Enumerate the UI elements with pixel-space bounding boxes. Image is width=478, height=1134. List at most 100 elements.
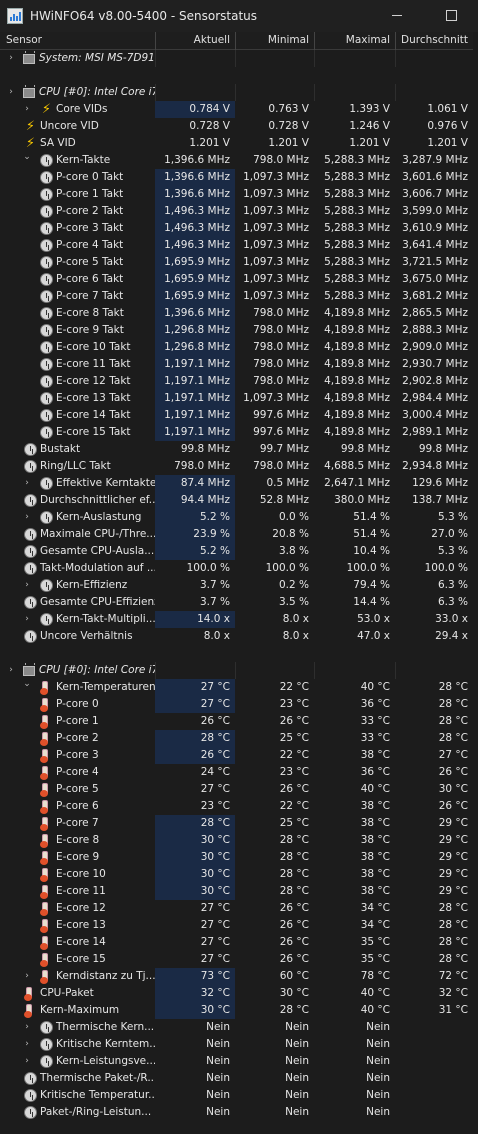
sensor-row[interactable]: P-core 3 26 °C 22 °C 38 °C 27 °C	[0, 747, 478, 764]
sensor-name-cell: E-core 8 Takt	[0, 305, 155, 322]
column-header-average[interactable]: Durchschnitt	[395, 32, 473, 50]
chevron-right-icon[interactable]: ›	[23, 105, 31, 114]
sensor-row[interactable]: E-core 13 27 °C 26 °C 34 °C 28 °C	[0, 917, 478, 934]
sensor-row[interactable]: Maximale CPU-/Thre... 23.9 % 20.8 % 51.4 % 2…	[0, 526, 478, 543]
chevron-right-icon[interactable]: ›	[23, 1023, 31, 1032]
sensor-name-cell: P-core 4 Takt	[0, 237, 155, 254]
sensor-row[interactable]: P-core 3 Takt 1,496.3 MHz 1,097.3 MHz 5,288…	[0, 220, 478, 237]
sensor-group-row[interactable]: › CPU [#0]: Intel Core i7-13700K	[0, 84, 478, 101]
sensor-row[interactable]: E-core 12 Takt 1,197.1 MHz 798.0 MHz 4,189.…	[0, 373, 478, 390]
sensor-row[interactable]: E-core 9 Takt 1,296.8 MHz 798.0 MHz 4,189.8…	[0, 322, 478, 339]
sensor-row[interactable]: E-core 10 30 °C 28 °C 38 °C 29 °C	[0, 866, 478, 883]
chevron-right-icon[interactable]: ›	[23, 1040, 31, 1049]
sensor-row[interactable]: E-core 8 30 °C 28 °C 38 °C 29 °C	[0, 832, 478, 849]
sensor-row[interactable]: E-core 9 30 °C 28 °C 38 °C 29 °C	[0, 849, 478, 866]
sensor-row[interactable]: E-core 13 Takt 1,197.1 MHz 1,097.3 MHz 4,18…	[0, 390, 478, 407]
minimize-button[interactable]	[382, 4, 412, 26]
chevron-right-icon[interactable]: ›	[7, 666, 15, 675]
sensor-row[interactable]: P-core 4 24 °C 23 °C 36 °C 26 °C	[0, 764, 478, 781]
sensor-row[interactable]: › Effektive Kerntakte 87.4 MHz 0.5 MHz 2,647…	[0, 475, 478, 492]
sensor-row[interactable]: › Kritische Kerntem... Nein Nein Nein	[0, 1036, 478, 1053]
sensor-row[interactable]: CPU-Paket 32 °C 30 °C 40 °C 32 °C	[0, 985, 478, 1002]
sensor-row[interactable]: › Kern-Effizienz 3.7 % 0.2 % 79.4 % 6.3 %	[0, 577, 478, 594]
current-value: 0.728 V	[189, 120, 230, 132]
sensor-row[interactable]: P-core 2 28 °C 25 °C 33 °C 28 °C	[0, 730, 478, 747]
sensor-name-cell: ⌄ Kern-Temperaturen	[0, 679, 155, 696]
sensor-row[interactable]: P-core 7 28 °C 25 °C 38 °C 29 °C	[0, 815, 478, 832]
thermometer-icon	[40, 902, 49, 916]
sensor-name-cell: E-core 12	[0, 900, 155, 917]
sensor-row[interactable]: E-core 15 27 °C 26 °C 35 °C 28 °C	[0, 951, 478, 968]
sensor-row[interactable]: P-core 6 Takt 1,695.9 MHz 1,097.3 MHz 5,288…	[0, 271, 478, 288]
sensor-row[interactable]: ⚡ Uncore VID 0.728 V 0.728 V 1.246 V 0.976 V	[0, 118, 478, 135]
sensor-row[interactable]: P-core 5 Takt 1,695.9 MHz 1,097.3 MHz 5,288…	[0, 254, 478, 271]
sensor-row[interactable]: E-core 14 27 °C 26 °C 35 °C 28 °C	[0, 934, 478, 951]
chevron-down-icon[interactable]: ⌄	[23, 680, 31, 689]
sensor-row[interactable]: ⚡ SA VID 1.201 V 1.201 V 1.201 V 1.201 V	[0, 135, 478, 152]
sensor-row[interactable]: Takt-Modulation auf ... 100.0 % 100.0 % 100…	[0, 560, 478, 577]
chevron-right-icon[interactable]: ›	[23, 581, 31, 590]
chevron-down-icon[interactable]: ⌄	[23, 153, 31, 162]
sensor-row[interactable]: Kern-Maximum 30 °C 28 °C 40 °C 31 °C	[0, 1002, 478, 1019]
minimum-value: 60 °C	[279, 970, 309, 982]
sensor-label: P-core 3 Takt	[56, 222, 124, 234]
sensor-row[interactable]: E-core 14 Takt 1,197.1 MHz 997.6 MHz 4,189.…	[0, 407, 478, 424]
sensor-row[interactable]: › Kern-Leistungsve... Nein Nein Nein	[0, 1053, 478, 1070]
chevron-right-icon[interactable]: ›	[23, 972, 31, 981]
sensor-row[interactable]: E-core 15 Takt 1,197.1 MHz 997.6 MHz 4,189.…	[0, 424, 478, 441]
sensor-row[interactable]: E-core 11 Takt 1,197.1 MHz 798.0 MHz 4,189.…	[0, 356, 478, 373]
chevron-right-icon[interactable]: ›	[23, 615, 31, 624]
sensor-row[interactable]: › Kern-Auslastung 5.2 % 0.0 % 51.4 % 5.3 %	[0, 509, 478, 526]
column-header-maximum[interactable]: Maximal	[314, 32, 395, 50]
sensor-row[interactable]: E-core 12 27 °C 26 °C 34 °C 28 °C	[0, 900, 478, 917]
sensor-row[interactable]: P-core 0 27 °C 23 °C 36 °C 28 °C	[0, 696, 478, 713]
sensor-row[interactable]: ⌄ Kern-Takte 1,396.6 MHz 798.0 MHz 5,288.3 M…	[0, 152, 478, 169]
current-value: 1,197.1 MHz	[155, 407, 235, 424]
sensor-row[interactable]: Bustakt 99.8 MHz 99.7 MHz 99.8 MHz 99.8 MHz	[0, 441, 478, 458]
sensor-row[interactable]: P-core 4 Takt 1,496.3 MHz 1,097.3 MHz 5,288…	[0, 237, 478, 254]
chevron-right-icon[interactable]: ›	[7, 88, 15, 97]
sensor-row[interactable]: › Kerndistanz zu Tj... 73 °C 60 °C 78 °C 72 °…	[0, 968, 478, 985]
sensor-row[interactable]: E-core 8 Takt 1,396.6 MHz 798.0 MHz 4,189.8…	[0, 305, 478, 322]
clock-icon	[40, 273, 53, 286]
sensor-row[interactable]: Durchschnittlicher ef... 94.4 MHz 52.8 MHz…	[0, 492, 478, 509]
sensor-row[interactable]: Kritische Temperatur... Nein Nein Nein	[0, 1087, 478, 1104]
sensor-row[interactable]: ⌄ Kern-Temperaturen 27 °C 22 °C 40 °C 28 °C	[0, 679, 478, 696]
sensor-row[interactable]: P-core 2 Takt 1,496.3 MHz 1,097.3 MHz 5,288…	[0, 203, 478, 220]
sensor-row[interactable]: Uncore Verhältnis 8.0 x 8.0 x 47.0 x 29.4 x	[0, 628, 478, 645]
sensor-row[interactable]: E-core 11 30 °C 28 °C 38 °C 29 °C	[0, 883, 478, 900]
column-header-sensor[interactable]: Sensor	[6, 32, 155, 50]
sensor-group-row[interactable]: › CPU [#0]: Intel Core i7-13700K: DTS	[0, 662, 478, 679]
sensor-row[interactable]: Paket-/Ring-Leistun... Nein Nein Nein	[0, 1104, 478, 1121]
sensor-group-row[interactable]: › System: MSI MS-7D91	[0, 50, 478, 67]
sensor-row[interactable]: P-core 6 23 °C 22 °C 38 °C 26 °C	[0, 798, 478, 815]
sensor-label: E-core 8	[56, 834, 100, 846]
sensor-row[interactable]: P-core 1 26 °C 26 °C 33 °C 28 °C	[0, 713, 478, 730]
sensor-row[interactable]: Thermische Paket-/R... Nein Nein Nein	[0, 1070, 478, 1087]
current-value: 94.4 MHz	[155, 492, 235, 509]
sensor-row[interactable]: E-core 10 Takt 1,296.8 MHz 798.0 MHz 4,189.…	[0, 339, 478, 356]
column-header-minimum[interactable]: Minimal	[235, 32, 314, 50]
sensor-row[interactable]: Gesamte CPU-Ausla... 5.2 % 3.8 % 10.4 % 5.3 …	[0, 543, 478, 560]
sensor-row[interactable]: › Thermische Kern... Nein Nein Nein	[0, 1019, 478, 1036]
maximum-value: 5,288.3 MHz	[324, 188, 390, 200]
maximum-value: 35 °C	[360, 936, 390, 948]
minimum-value: 798.0 MHz	[253, 324, 309, 336]
chevron-right-icon[interactable]: ›	[23, 513, 31, 522]
column-header-current[interactable]: Aktuell	[155, 32, 235, 50]
sensor-row[interactable]: › Kern-Takt-Multipli... 14.0 x 8.0 x 53.0 x 3…	[0, 611, 478, 628]
chevron-right-icon[interactable]: ›	[23, 1057, 31, 1066]
maximize-button[interactable]	[436, 4, 466, 26]
sensor-row[interactable]: P-core 7 Takt 1,695.9 MHz 1,097.3 MHz 5,288…	[0, 288, 478, 305]
maximum-value: 33 °C	[360, 715, 390, 727]
sensor-row[interactable]: P-core 1 Takt 1,396.6 MHz 1,097.3 MHz 5,288…	[0, 186, 478, 203]
average-value: 2,989.1 MHz	[402, 426, 468, 438]
chevron-right-icon[interactable]: ›	[7, 54, 15, 63]
chevron-right-icon[interactable]: ›	[23, 479, 31, 488]
sensor-row[interactable]: P-core 5 27 °C 26 °C 40 °C 30 °C	[0, 781, 478, 798]
sensor-row[interactable]: › ⚡ Core VIDs 0.784 V 0.763 V 1.393 V 1.061 V	[0, 101, 478, 118]
thermometer-icon	[40, 970, 49, 984]
sensor-row[interactable]: P-core 0 Takt 1,396.6 MHz 1,097.3 MHz 5,288…	[0, 169, 478, 186]
sensor-row[interactable]: Gesamte CPU-Effizienz 3.7 % 3.5 % 14.4 % 6.3…	[0, 594, 478, 611]
sensor-row[interactable]: Ring/LLC Takt 798.0 MHz 798.0 MHz 4,688.5 M…	[0, 458, 478, 475]
